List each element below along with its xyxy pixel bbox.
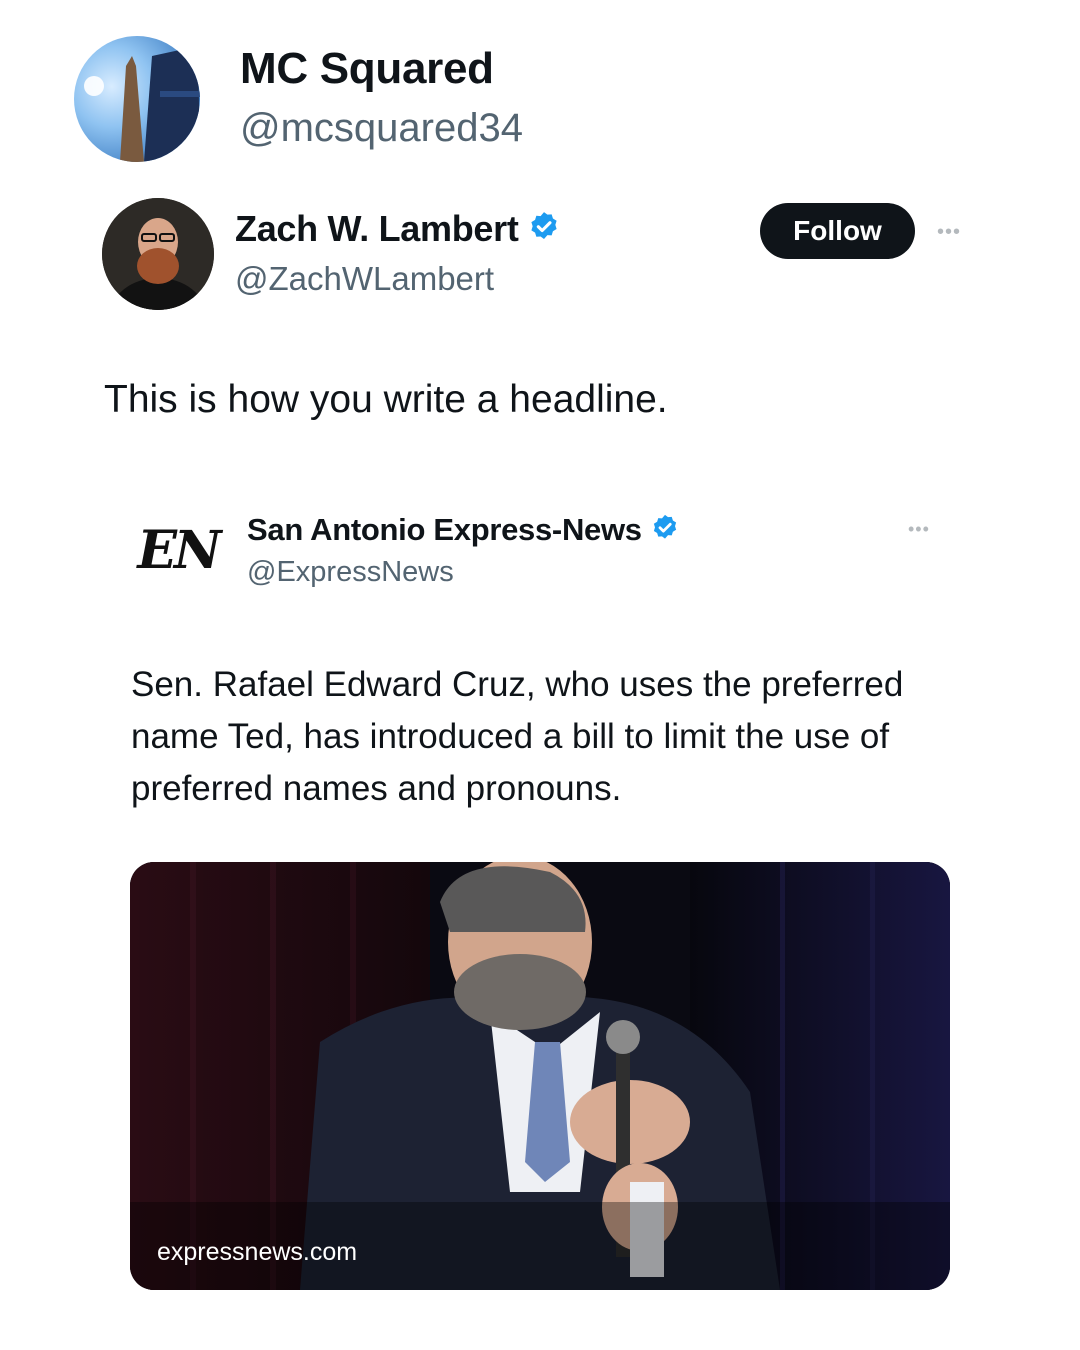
tweet-author-avatar[interactable]: [102, 198, 214, 310]
speaker-photo: [130, 862, 950, 1290]
verified-badge-icon: [650, 513, 680, 548]
avatar-photo: [84, 46, 200, 162]
tweet-author-handle[interactable]: @ZachWLambert: [235, 260, 494, 298]
follow-button[interactable]: Follow: [760, 203, 915, 259]
image-source-label: expressnews.com: [157, 1238, 358, 1266]
poster-avatar[interactable]: [74, 36, 200, 162]
poster-handle[interactable]: @mcsquared34: [240, 106, 523, 151]
tweet-author-name[interactable]: Zach W. Lambert: [235, 208, 519, 250]
quoted-author-handle[interactable]: @ExpressNews: [247, 556, 454, 589]
tweet-author-row: Zach W. Lambert: [235, 208, 561, 250]
express-news-logo[interactable]: EN: [130, 510, 226, 590]
author-photo: [102, 198, 214, 310]
more-icon[interactable]: •••: [908, 520, 930, 538]
tweet-text: This is how you write a headline.: [104, 378, 668, 421]
news-article-image[interactable]: [130, 862, 950, 1290]
quoted-tweet-text: Sen. Rafael Edward Cruz, who uses the pr…: [131, 665, 904, 808]
poster-name[interactable]: MC Squared: [240, 44, 494, 94]
verified-badge-icon: [527, 210, 561, 249]
quoted-author-row: San Antonio Express-News: [247, 512, 680, 548]
quoted-author-name[interactable]: San Antonio Express-News: [247, 512, 642, 548]
more-icon[interactable]: •••: [937, 222, 961, 242]
